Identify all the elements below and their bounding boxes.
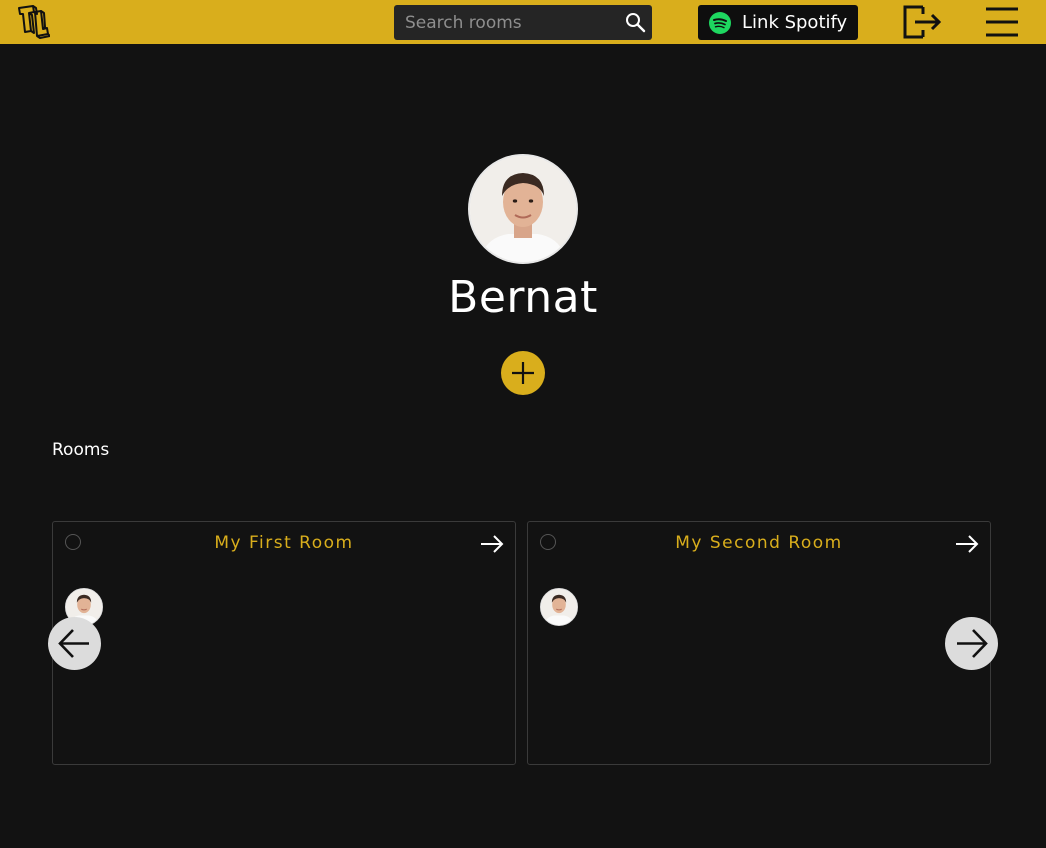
tl-logo-icon[interactable] (16, 3, 51, 41)
room-title: My Second Room (675, 533, 843, 553)
member-avatar (540, 588, 578, 626)
search-icon[interactable] (625, 12, 646, 33)
user-avatar (468, 154, 578, 264)
carousel-prev-button[interactable] (48, 617, 101, 670)
rooms-section-label: Rooms (52, 440, 110, 460)
link-spotify-label: Link Spotify (742, 12, 848, 33)
logout-icon[interactable] (901, 3, 943, 41)
add-room-button[interactable] (501, 351, 545, 395)
room-card[interactable]: My Second Room (527, 521, 991, 765)
arrow-right-icon[interactable] (954, 534, 980, 554)
link-spotify-button[interactable]: Link Spotify (698, 5, 858, 40)
top-bar: Link Spotify (0, 0, 1046, 44)
plus-icon (512, 362, 534, 384)
hamburger-menu-icon[interactable] (984, 5, 1020, 39)
arrow-right-icon[interactable] (479, 534, 505, 554)
room-card[interactable]: My First Room (52, 521, 516, 765)
arrow-left-icon (58, 629, 89, 658)
search-input[interactable] (394, 5, 614, 40)
arrow-right-icon (957, 629, 988, 658)
search-box (394, 5, 652, 40)
room-title: My First Room (214, 533, 354, 553)
profile-username: Bernat (448, 272, 598, 323)
carousel-next-button[interactable] (945, 617, 998, 670)
spotify-icon (708, 11, 732, 35)
